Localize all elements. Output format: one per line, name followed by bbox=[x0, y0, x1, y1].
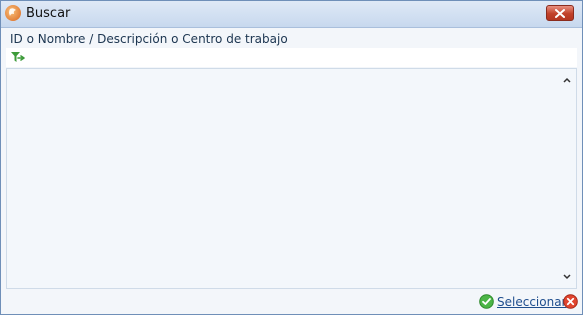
close-button[interactable] bbox=[546, 5, 574, 21]
search-dialog: Buscar ID o Nombre / Descripción o Centr… bbox=[0, 0, 583, 315]
close-icon bbox=[555, 9, 565, 18]
cancel-circle-icon[interactable] bbox=[563, 294, 578, 309]
title-bar[interactable]: Buscar bbox=[1, 1, 582, 28]
check-circle-icon[interactable] bbox=[479, 294, 494, 309]
app-logo-icon bbox=[5, 5, 21, 21]
select-link[interactable]: Seleccionar bbox=[497, 295, 566, 309]
search-field[interactable] bbox=[6, 48, 577, 67]
vertical-scrollbar[interactable] bbox=[560, 71, 574, 286]
window-title: Buscar bbox=[26, 6, 71, 21]
scroll-up-arrow-icon[interactable] bbox=[562, 75, 572, 85]
results-list[interactable] bbox=[6, 68, 577, 289]
search-label: ID o Nombre / Descripción o Centro de tr… bbox=[10, 32, 288, 46]
dialog-footer: Seleccionar bbox=[1, 290, 582, 314]
filter-arrow-icon[interactable] bbox=[10, 51, 26, 64]
scroll-down-arrow-icon[interactable] bbox=[562, 272, 572, 282]
